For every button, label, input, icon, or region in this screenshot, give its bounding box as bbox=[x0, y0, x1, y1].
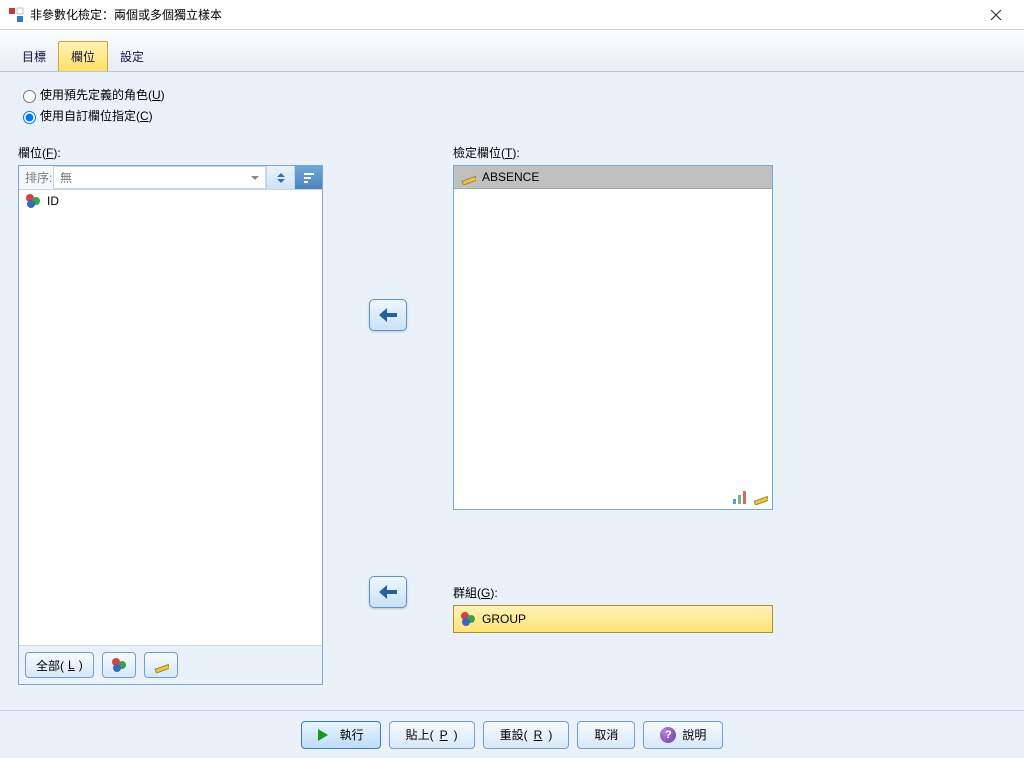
group-field-box[interactable]: GROUP bbox=[453, 605, 773, 633]
tab-goal[interactable]: 目標 bbox=[10, 41, 58, 71]
cancel-button[interactable]: 取消 bbox=[577, 721, 635, 749]
scale-filter-button[interactable] bbox=[144, 652, 178, 678]
radio-custom-input[interactable] bbox=[23, 111, 36, 124]
scale-icon bbox=[752, 489, 768, 505]
test-field-label: ABSENCE bbox=[482, 170, 539, 184]
ruler-icon bbox=[153, 657, 169, 673]
dialog-button-bar: 執行 貼上(P) 重設(R) 取消 ? 說明 bbox=[0, 710, 1024, 758]
group-field-label: 群組(G): bbox=[453, 584, 1006, 601]
fields-list[interactable]: ID bbox=[19, 190, 322, 645]
radio-custom-fields[interactable]: 使用自訂欄位指定(C) bbox=[18, 107, 1006, 124]
paste-button[interactable]: 貼上(P) bbox=[389, 721, 475, 749]
play-icon bbox=[318, 729, 334, 741]
radio-predefined-roles[interactable]: 使用預先定義的角色(U) bbox=[18, 86, 1006, 103]
dialog-body: 使用預先定義的角色(U) 使用自訂欄位指定(C) 欄位(F): 排序: 無 bbox=[0, 72, 1024, 710]
sort-select[interactable]: 無 bbox=[53, 166, 266, 189]
nominal-filter-button[interactable] bbox=[102, 652, 136, 678]
app-icon bbox=[8, 7, 24, 23]
filter-icon bbox=[301, 170, 317, 186]
fields-label: 欄位(F): bbox=[18, 144, 323, 161]
arrow-left-icon bbox=[379, 585, 397, 599]
titlebar: 非參數化檢定：兩個或多個獨立樣本 bbox=[0, 0, 1024, 30]
sort-down-icon bbox=[277, 179, 285, 187]
sort-filter-button[interactable] bbox=[294, 166, 322, 189]
sort-order-button[interactable] bbox=[266, 166, 294, 189]
list-item[interactable]: ID bbox=[19, 190, 322, 212]
test-field-item[interactable]: ABSENCE bbox=[454, 166, 772, 189]
list-item-label: ID bbox=[47, 194, 59, 208]
ordinal-icon bbox=[732, 489, 748, 505]
sort-row: 排序: 無 bbox=[19, 166, 322, 190]
tab-settings[interactable]: 設定 bbox=[108, 41, 156, 71]
arrow-left-icon bbox=[379, 308, 397, 322]
close-icon bbox=[990, 9, 1002, 21]
fields-listbox: 排序: 無 bbox=[18, 165, 323, 685]
help-button[interactable]: ? 說明 bbox=[643, 721, 723, 749]
radio-predefined-input[interactable] bbox=[23, 90, 36, 103]
sort-label: 排序: bbox=[19, 166, 53, 189]
close-button[interactable] bbox=[976, 0, 1016, 29]
test-fields-label: 檢定欄位(T): bbox=[453, 144, 1006, 161]
sort-up-icon bbox=[277, 169, 285, 177]
tab-strip: 目標 欄位 設定 bbox=[0, 30, 1024, 72]
move-to-test-button[interactable] bbox=[369, 299, 407, 331]
tab-fields[interactable]: 欄位 bbox=[58, 41, 108, 71]
nominal-icon bbox=[25, 193, 41, 209]
run-button[interactable]: 執行 bbox=[301, 721, 381, 749]
move-to-group-button[interactable] bbox=[369, 576, 407, 608]
group-field-value: GROUP bbox=[482, 612, 526, 626]
scale-icon bbox=[460, 169, 476, 185]
nominal-icon bbox=[460, 611, 476, 627]
reset-button[interactable]: 重設(R) bbox=[483, 721, 570, 749]
allowed-types-hint bbox=[732, 489, 768, 505]
help-icon: ? bbox=[660, 727, 676, 743]
fields-toolbar: 全部(L) bbox=[19, 645, 322, 684]
window-title: 非參數化檢定：兩個或多個獨立樣本 bbox=[30, 6, 222, 23]
nominal-icon bbox=[111, 657, 127, 673]
test-fields-listbox[interactable]: ABSENCE bbox=[453, 165, 773, 510]
select-all-button[interactable]: 全部(L) bbox=[25, 652, 94, 678]
